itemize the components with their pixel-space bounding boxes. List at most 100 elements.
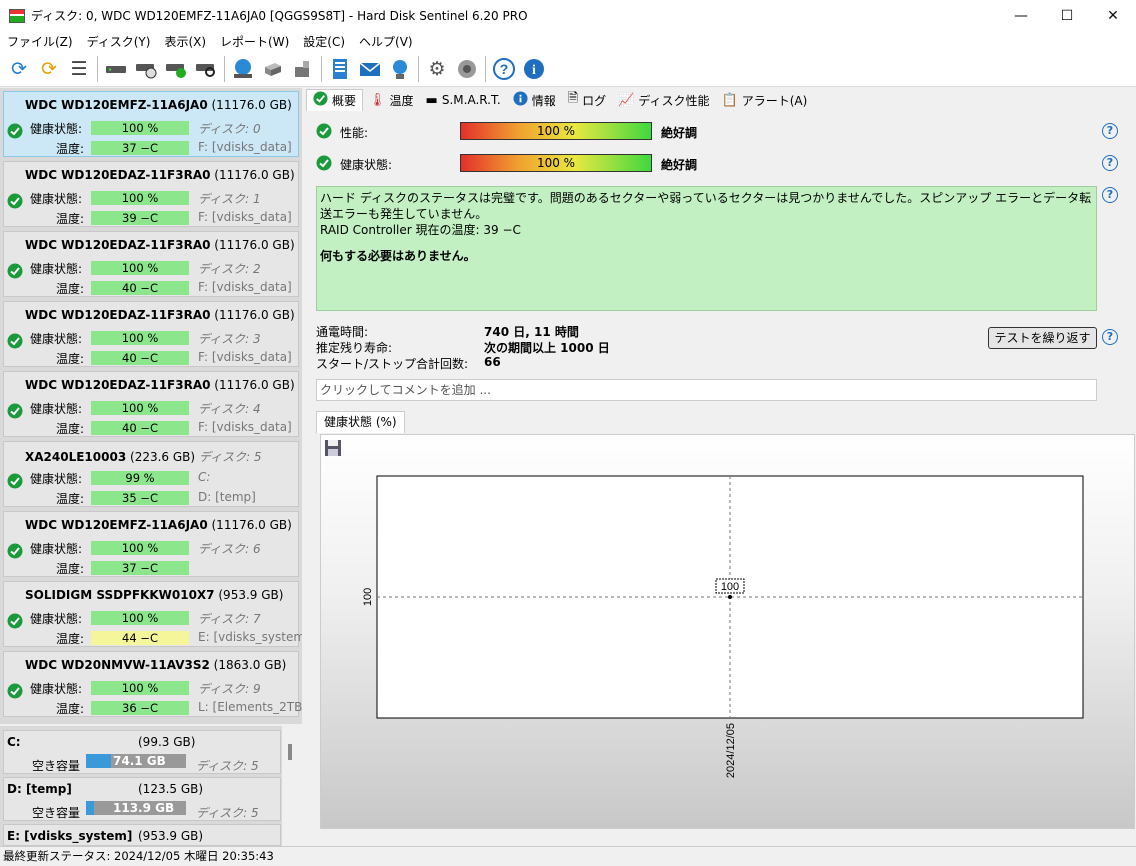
- info-icon[interactable]: i: [519, 54, 549, 84]
- menu-disk[interactable]: ディスク(Y): [80, 33, 158, 50]
- comment-input[interactable]: クリックしてコメントを追加 ...: [316, 379, 1097, 401]
- tab-info[interactable]: 情報: [507, 89, 562, 111]
- disk-name: WDC WD120EDAZ-11F3RA0 (11176.0 GB): [25, 308, 295, 322]
- health-bar: 100 %: [91, 121, 189, 135]
- menu-view[interactable]: 表示(X): [157, 33, 213, 50]
- refresh-alert-icon[interactable]: ⟳: [34, 54, 64, 84]
- temperature-label: 温度:: [56, 562, 85, 576]
- server-icon[interactable]: [258, 54, 288, 84]
- send-report-icon[interactable]: [385, 54, 415, 84]
- window-title: ディスク: 0, WDC WD120EMFZ-11A6JA0 [QGGS9S8T…: [31, 9, 528, 23]
- disk-item[interactable]: WDC WD120EMFZ-11A6JA0 (11176.0 GB) 健康状態: 1…: [3, 91, 299, 157]
- gear-icon[interactable]: ⚙: [422, 54, 452, 84]
- mail-icon[interactable]: [355, 54, 385, 84]
- lifetime-value: 次の期間以上 1000 日: [484, 341, 610, 355]
- help-icon[interactable]: ?: [489, 54, 519, 84]
- disk-name: SOLIDIGM SSDPFKKW010X7 (953.9 GB): [25, 588, 284, 602]
- minimize-button[interactable]: —: [998, 0, 1044, 31]
- temperature-bar: 37 −C: [91, 141, 189, 155]
- temperature-bar: 39 −C: [91, 211, 189, 225]
- health-check-icon: [7, 403, 23, 422]
- menu-bar: ファイル(Z) ディスク(Y) 表示(X) レポート(W) 設定(C) ヘルプ(…: [0, 31, 1136, 51]
- tab-health-chart[interactable]: 健康状態 (%): [316, 411, 405, 433]
- maximize-button[interactable]: ☐: [1044, 0, 1090, 31]
- disk-list-icon[interactable]: ☰: [64, 54, 94, 84]
- volume-scrollbar[interactable]: [282, 726, 302, 846]
- tab-label: ディスク性能: [638, 93, 710, 108]
- health-check-icon: [7, 683, 23, 702]
- health-check-icon: [7, 333, 23, 352]
- disk-name: WDC WD120EDAZ-11F3RA0 (11176.0 GB): [25, 168, 295, 182]
- toolbar-separator: [321, 55, 322, 82]
- temperature-label: 温度:: [56, 492, 85, 506]
- lifetime-label: 推定残り寿命:: [316, 341, 393, 355]
- volume-item[interactable]: C: (99.3 GB) 空き容量 74.1 GB ディスク: 5: [3, 730, 281, 774]
- tab-temperature[interactable]: 🌡 温度: [363, 89, 420, 111]
- volume-item[interactable]: D: [temp] (123.5 GB) 空き容量 113.9 GB ディスク:…: [3, 777, 281, 821]
- repeat-test-button[interactable]: テストを繰り返す: [988, 327, 1097, 349]
- tab-log[interactable]: 🗎 ログ: [562, 89, 612, 111]
- menu-file[interactable]: ファイル(Z): [0, 33, 80, 50]
- disk-icon[interactable]: [101, 54, 131, 84]
- help-icon[interactable]: ?: [1102, 187, 1118, 203]
- disk-schedule-icon[interactable]: [131, 54, 161, 84]
- health-label: 健康状態:: [30, 122, 83, 136]
- tab-smart[interactable]: ▬ S.M.A.R.T.: [420, 89, 507, 111]
- toolbar: ⟳ ⟳ ☰ ⚙ ? i: [0, 51, 1136, 87]
- health-text: 絶好調: [661, 158, 698, 172]
- free-space-bar: 113.9 GB: [86, 801, 186, 815]
- disk-item[interactable]: WDC WD120EMFZ-11A6JA0 (11176.0 GB) 健康状態: 1…: [3, 511, 299, 577]
- menu-settings[interactable]: 設定(C): [296, 33, 352, 50]
- temperature-label: 温度:: [56, 142, 85, 156]
- performance-label: 性能:: [340, 126, 369, 140]
- toolbar-separator: [224, 55, 225, 82]
- volume-list: C: (99.3 GB) 空き容量 74.1 GB ディスク: 5 D: [te…: [0, 726, 302, 846]
- health-bar: 100 %: [91, 681, 189, 695]
- volume-size: (123.5 GB): [138, 782, 204, 796]
- health-bar: 100 %: [91, 541, 189, 555]
- disk-item[interactable]: WDC WD20NMVW-11AV3S2 (1863.0 GB) 健康状態: 100…: [3, 651, 302, 717]
- health-label: 健康状態:: [30, 192, 83, 206]
- scrollbar-thumb[interactable]: [288, 744, 292, 760]
- health-label: 健康状態:: [30, 682, 83, 696]
- network-icon[interactable]: [228, 54, 258, 84]
- performance-gauge: 100 %: [460, 122, 652, 140]
- usb-disk-icon[interactable]: [288, 54, 318, 84]
- menu-help[interactable]: ヘルプ(V): [352, 33, 420, 50]
- refresh-icon[interactable]: ⟳: [4, 54, 34, 84]
- start-stop-value: 66: [484, 355, 501, 369]
- health-check-icon: [316, 155, 332, 174]
- disk-search-icon[interactable]: [191, 54, 221, 84]
- disk-item[interactable]: XA240LE10003 (223.6 GB) ディスク: 5 健康状態: 99 %…: [3, 441, 299, 507]
- health-check-icon: [7, 473, 23, 492]
- disk-check-icon[interactable]: [161, 54, 191, 84]
- sound-icon[interactable]: [452, 54, 482, 84]
- volume-name: D: [temp]: [7, 782, 72, 796]
- temperature-bar: 35 −C: [91, 491, 189, 505]
- disk-number: C:: [198, 470, 211, 484]
- disk-item[interactable]: WDC WD120EDAZ-11F3RA0 (11176.0 GB) 健康状態: 1…: [3, 371, 299, 437]
- overview-panel: 性能: 100 % 絶好調 ? 健康状態: 100 % 絶好調 ? ハード ディ…: [306, 112, 1136, 846]
- svg-text:?: ?: [500, 61, 509, 77]
- volume-size: (99.3 GB): [138, 735, 196, 749]
- menu-report[interactable]: レポート(W): [213, 33, 296, 50]
- power-on-value: 740 日, 11 時間: [484, 325, 579, 339]
- tab-disk-performance[interactable]: 📈 ディスク性能: [612, 89, 715, 111]
- help-icon[interactable]: ?: [1102, 123, 1118, 139]
- temperature-label: 温度:: [56, 282, 85, 296]
- help-icon[interactable]: ?: [1102, 155, 1118, 171]
- report-icon[interactable]: [325, 54, 355, 84]
- drive-letter: F: [vdisks_data]: [198, 140, 292, 154]
- tab-alerts[interactable]: 📋 アラート(A): [716, 89, 814, 111]
- disk-item[interactable]: WDC WD120EDAZ-11F3RA0 (11176.0 GB) 健康状態: 1…: [3, 301, 299, 367]
- volume-item[interactable]: E: [vdisks_system] (953.9 GB): [3, 824, 281, 846]
- tab-overview[interactable]: 概要: [306, 89, 364, 111]
- disk-item[interactable]: SOLIDIGM SSDPFKKW010X7 (953.9 GB) 健康状態: 10…: [3, 581, 302, 647]
- toolbar-separator: [97, 55, 98, 82]
- help-icon[interactable]: ?: [1102, 329, 1118, 345]
- disk-item[interactable]: WDC WD120EDAZ-11F3RA0 (11176.0 GB) 健康状態: 1…: [3, 231, 299, 297]
- close-button[interactable]: ✕: [1090, 0, 1136, 31]
- disk-item[interactable]: WDC WD120EDAZ-11F3RA0 (11176.0 GB) 健康状態: 1…: [3, 161, 299, 227]
- chart-plot: 100 2024/12/05 100: [362, 475, 1084, 778]
- health-chart: 100 2024/12/05 100: [320, 434, 1135, 829]
